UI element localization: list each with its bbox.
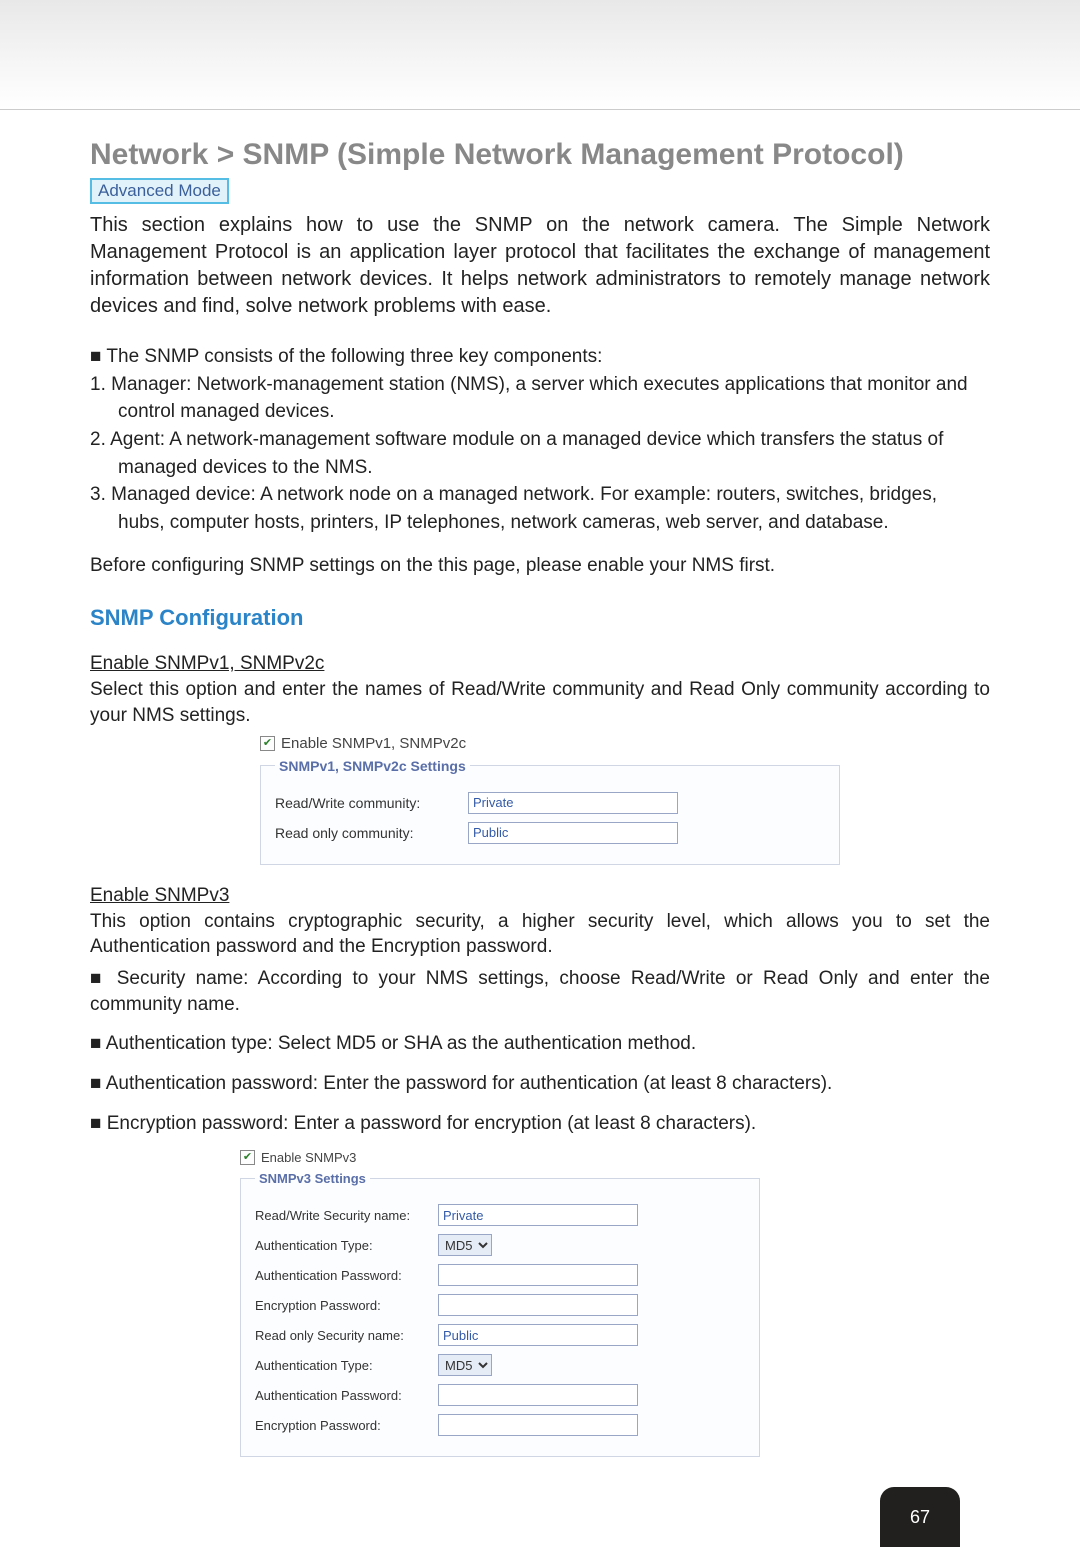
v3-desc: This option contains cryptographic secur… [90,909,990,960]
v1v2c-checkbox-row[interactable]: ✔ Enable SNMPv1, SNMPv2c [260,735,990,752]
component-2-l2: managed devices to the NMS. [90,455,990,481]
v3-bullet-enc-pass: ■ Encryption password: Enter a password … [90,1111,990,1137]
rw-auth-pass-input[interactable] [438,1264,638,1286]
v3-checkbox-label: Enable SNMPv3 [261,1150,356,1165]
page-title: Network > SNMP (Simple Network Managemen… [90,138,990,172]
page-number-tab: 67 [880,1487,960,1547]
v1v2c-panel-wrap: ✔ Enable SNMPv1, SNMPv2c SNMPv1, SNMPv2c… [260,735,990,865]
rw-enc-pass-label: Encryption Password: [255,1298,430,1313]
rw-enc-pass-input[interactable] [438,1294,638,1316]
ro-auth-pass-input[interactable] [438,1384,638,1406]
ro-enc-pass-label: Encryption Password: [255,1418,430,1433]
ro-auth-type-select[interactable]: MD5 [438,1354,492,1376]
v1v2c-legend: SNMPv1, SNMPv2c Settings [275,758,470,774]
rw-community-input[interactable] [468,792,678,814]
v3-bullet-auth-pass: ■ Authentication password: Enter the pas… [90,1071,990,1097]
page-content: Network > SNMP (Simple Network Managemen… [0,110,1080,1537]
v1v2c-checkbox-label: Enable SNMPv1, SNMPv2c [281,735,466,752]
intro-paragraph: This section explains how to use the SNM… [90,212,990,320]
v3-bullet-auth-type: ■ Authentication type: Select MD5 or SHA… [90,1031,990,1057]
snmp-config-heading: SNMP Configuration [90,605,990,631]
header-gradient [0,0,1080,110]
v1v2c-desc: Select this option and enter the names o… [90,677,990,728]
v3-checkbox-row[interactable]: ✔ Enable SNMPv3 [240,1150,990,1165]
component-2-l1: 2. Agent: A network-management software … [90,427,990,453]
v1v2c-heading: Enable SNMPv1, SNMPv2c [90,653,990,675]
checkbox-checked-icon[interactable]: ✔ [260,736,275,751]
rw-auth-type-select[interactable]: MD5 [438,1234,492,1256]
component-3-l2: hubs, computer hosts, printers, IP telep… [90,510,990,536]
component-1-l1: 1. Manager: Network-management station (… [90,372,990,398]
rw-sec-name-label: Read/Write Security name: [255,1208,430,1223]
ro-community-input[interactable] [468,822,678,844]
components-list: ■ The SNMP consists of the following thr… [90,344,990,535]
v1v2c-fieldset: SNMPv1, SNMPv2c Settings Read/Write comm… [260,758,840,865]
rw-sec-name-input[interactable] [438,1204,638,1226]
v3-panel-wrap: ✔ Enable SNMPv3 SNMPv3 Settings Read/Wri… [240,1150,990,1457]
ro-auth-pass-label: Authentication Password: [255,1388,430,1403]
ro-community-label: Read only community: [275,825,460,841]
v3-bullet-security-name: ■ Security name: According to your NMS s… [90,966,990,1017]
components-intro: ■ The SNMP consists of the following thr… [90,344,990,370]
ro-auth-type-label: Authentication Type: [255,1358,430,1373]
ro-sec-name-input[interactable] [438,1324,638,1346]
component-3-l1: 3. Managed device: A network node on a m… [90,482,990,508]
v3-legend: SNMPv3 Settings [255,1171,370,1186]
ro-enc-pass-input[interactable] [438,1414,638,1436]
rw-auth-pass-label: Authentication Password: [255,1268,430,1283]
ro-sec-name-label: Read only Security name: [255,1328,430,1343]
before-note: Before configuring SNMP settings on the … [90,555,990,577]
rw-auth-type-label: Authentication Type: [255,1238,430,1253]
mode-badge: Advanced Mode [90,178,229,204]
rw-community-label: Read/Write community: [275,795,460,811]
v3-heading: Enable SNMPv3 [90,885,990,907]
v3-fieldset: SNMPv3 Settings Read/Write Security name… [240,1171,760,1457]
component-1-l2: control managed devices. [90,399,990,425]
checkbox-checked-icon[interactable]: ✔ [240,1150,255,1165]
